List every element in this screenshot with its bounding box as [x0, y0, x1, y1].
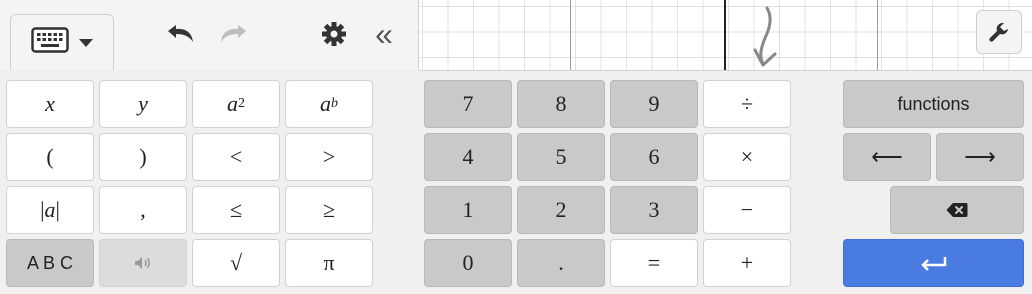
key-a-power-b[interactable]: ab	[285, 80, 373, 128]
keyboard-toggle-button[interactable]	[10, 14, 114, 70]
chevron-down-icon	[79, 38, 93, 47]
key-decimal-point[interactable]: .	[517, 239, 605, 287]
key-enter[interactable]	[843, 239, 1024, 287]
graph-settings-button[interactable]	[976, 10, 1022, 54]
key-multiply[interactable]: ×	[703, 133, 791, 181]
key-square-root[interactable]: √	[192, 239, 280, 287]
key-greater-than[interactable]: >	[285, 133, 373, 181]
redo-icon	[221, 25, 246, 42]
key-cursor-right[interactable]: ⟶	[936, 133, 1024, 181]
y-axis	[724, 0, 726, 70]
arrow-left-icon: ⟵	[871, 144, 903, 169]
key-3[interactable]: 3	[610, 186, 698, 234]
undo-button[interactable]	[160, 18, 200, 50]
key-functions[interactable]: functions	[843, 80, 1024, 128]
gear-icon	[322, 22, 346, 46]
key-7[interactable]: 7	[424, 80, 512, 128]
redo-button[interactable]	[214, 18, 254, 50]
key-9[interactable]: 9	[610, 80, 698, 128]
graph-paper[interactable]	[419, 0, 1032, 71]
key-equals[interactable]: =	[610, 239, 698, 287]
key-5[interactable]: 5	[517, 133, 605, 181]
key-8[interactable]: 8	[517, 80, 605, 128]
key-6[interactable]: 6	[610, 133, 698, 181]
key-backspace[interactable]	[890, 186, 1024, 234]
key-4[interactable]: 4	[424, 133, 512, 181]
key-2[interactable]: 2	[517, 186, 605, 234]
key-pi[interactable]: π	[285, 239, 373, 287]
key-comma[interactable]: ,	[99, 186, 187, 234]
key-a-squared[interactable]: a2	[192, 80, 280, 128]
arrow-annotation-icon	[753, 6, 777, 67]
key-left-paren[interactable]: (	[6, 133, 94, 181]
key-minus[interactable]: −	[703, 186, 791, 234]
key-right-paren[interactable]: )	[99, 133, 187, 181]
double-chevron-left-icon: «	[375, 16, 393, 52]
key-y[interactable]: y	[99, 80, 187, 128]
arrow-right-icon: ⟶	[964, 144, 996, 169]
key-divide[interactable]: ÷	[703, 80, 791, 128]
key-abc[interactable]: A B C	[6, 239, 94, 287]
enter-icon	[920, 257, 946, 271]
key-plus[interactable]: +	[703, 239, 791, 287]
key-1[interactable]: 1	[424, 186, 512, 234]
wrench-icon	[989, 23, 1008, 42]
backspace-icon	[946, 203, 968, 217]
key-cursor-left[interactable]: ⟵	[843, 133, 931, 181]
collapse-panel-button[interactable]: «	[364, 14, 404, 54]
grid-major-line	[877, 0, 878, 70]
key-less-equal[interactable]: ≤	[192, 186, 280, 234]
key-x[interactable]: x	[6, 80, 94, 128]
keyboard-icon	[31, 27, 69, 58]
key-audio[interactable]	[99, 239, 187, 287]
key-0[interactable]: 0	[424, 239, 512, 287]
key-greater-equal[interactable]: ≥	[285, 186, 373, 234]
speaker-icon	[135, 257, 150, 269]
key-less-than[interactable]: <	[192, 133, 280, 181]
undo-icon	[168, 25, 193, 42]
settings-button[interactable]	[316, 16, 352, 52]
calculator-toolbar: «	[0, 0, 419, 70]
key-absolute-value[interactable]: | a |	[6, 186, 94, 234]
grid-major-line	[570, 0, 571, 70]
